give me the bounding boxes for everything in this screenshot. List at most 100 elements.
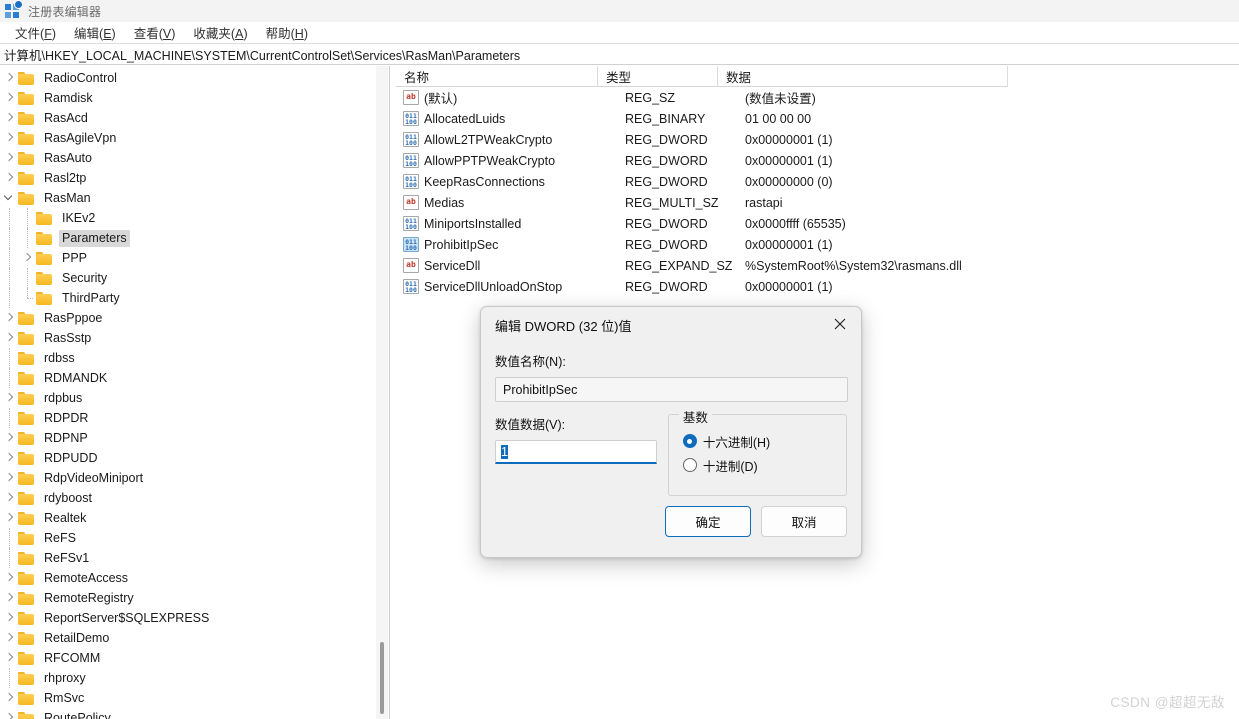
- chevron-right-icon[interactable]: [0, 388, 18, 408]
- close-icon[interactable]: [819, 307, 861, 341]
- menu-help[interactable]: 帮助(H): [257, 21, 317, 44]
- menu-view[interactable]: 查看(V): [125, 21, 185, 44]
- tree-item-raspppoe[interactable]: RasPppoe: [0, 308, 389, 328]
- tree-item-rdpvideominiport[interactable]: RdpVideoMiniport: [0, 468, 389, 488]
- tree-item-rdmandk[interactable]: RDMANDK: [0, 368, 389, 388]
- chevron-right-icon[interactable]: [0, 128, 18, 148]
- chevron-right-icon[interactable]: [0, 688, 18, 708]
- tree-item-parameters[interactable]: Parameters: [0, 228, 389, 248]
- folder-icon: [18, 111, 35, 125]
- chevron-right-icon[interactable]: [0, 708, 18, 719]
- chevron-right-icon[interactable]: [0, 448, 18, 468]
- chevron-right-icon[interactable]: [0, 488, 18, 508]
- table-row[interactable]: 011 100 ProhibitIpSec REG_DWORD 0x00000001 (…: [396, 234, 1239, 255]
- column-header-data[interactable]: 数据: [718, 66, 1008, 87]
- tree-item-refsv1[interactable]: ReFSv1: [0, 548, 389, 568]
- tree-item-ramdisk[interactable]: Ramdisk: [0, 88, 389, 108]
- tree-item-label: rdbss: [44, 350, 75, 365]
- radio-decimal[interactable]: 十进制(D): [682, 453, 846, 477]
- folder-icon: [18, 351, 35, 365]
- radio-hexadecimal[interactable]: 十六进制(H): [682, 429, 846, 453]
- registry-editor-icon: [5, 1, 22, 19]
- tree-item-rdpbus[interactable]: rdpbus: [0, 388, 389, 408]
- address-bar[interactable]: 计算机\HKEY_LOCAL_MACHINE\SYSTEM\CurrentCon…: [0, 44, 1239, 65]
- chevron-right-icon[interactable]: [0, 628, 18, 648]
- chevron-right-icon[interactable]: [0, 468, 18, 488]
- value-name-input[interactable]: [495, 377, 848, 402]
- chevron-right-icon[interactable]: [0, 148, 18, 168]
- column-header-type[interactable]: 类型: [598, 66, 718, 87]
- chevron-right-icon[interactable]: [0, 588, 18, 608]
- tree-item-reportserver-sqlexpress[interactable]: ReportServer$SQLEXPRESS: [0, 608, 389, 628]
- tree-item-security[interactable]: Security: [0, 268, 389, 288]
- chevron-right-icon[interactable]: [0, 608, 18, 628]
- chevron-down-icon[interactable]: [0, 188, 18, 208]
- tree-item-realtek[interactable]: Realtek: [0, 508, 389, 528]
- tree-item-thirdparty[interactable]: ThirdParty: [0, 288, 389, 308]
- chevron-right-icon[interactable]: [0, 68, 18, 88]
- table-row[interactable]: 011 100 MiniportsInstalled REG_DWORD 0x0000f…: [396, 213, 1239, 234]
- ok-button[interactable]: 确定: [665, 506, 751, 537]
- chevron-right-icon[interactable]: [0, 168, 18, 188]
- tree-item-retaildemo[interactable]: RetailDemo: [0, 628, 389, 648]
- table-row[interactable]: ab (默认) REG_SZ (数值未设置): [396, 87, 1239, 108]
- table-row[interactable]: 011 100 AllowPPTPWeakCrypto REG_DWORD 0x0000…: [396, 150, 1239, 171]
- value-type-cell: REG_MULTI_SZ: [625, 195, 719, 210]
- value-data-input[interactable]: [495, 440, 657, 464]
- chevron-right-icon[interactable]: [0, 648, 18, 668]
- tree-item-rfcomm[interactable]: RFCOMM: [0, 648, 389, 668]
- column-header-name[interactable]: 名称: [396, 66, 598, 87]
- chevron-right-icon[interactable]: [0, 308, 18, 328]
- tree-item-remoteregistry[interactable]: RemoteRegistry: [0, 588, 389, 608]
- cancel-button[interactable]: 取消: [761, 506, 847, 537]
- tree-item-rdpudd[interactable]: RDPUDD: [0, 448, 389, 468]
- menu-view-label: 查看: [133, 27, 159, 41]
- table-row[interactable]: 011 100 KeepRasConnections REG_DWORD 0x00000…: [396, 171, 1239, 192]
- chevron-right-icon[interactable]: [18, 248, 36, 268]
- tree-guide: [18, 208, 36, 228]
- tree-item-rasagilevpn[interactable]: RasAgileVpn: [0, 128, 389, 148]
- chevron-right-icon[interactable]: [0, 428, 18, 448]
- folder-icon: [18, 391, 35, 405]
- tree-item-rmsvc[interactable]: RmSvc: [0, 688, 389, 708]
- tree-item-rasman[interactable]: RasMan: [0, 188, 389, 208]
- table-row[interactable]: 011 100 AllocatedLuids REG_BINARY 01 00 00 0…: [396, 108, 1239, 129]
- tree-scrollbar-thumb[interactable]: [380, 642, 384, 714]
- tree-item-rdyboost[interactable]: rdyboost: [0, 488, 389, 508]
- chevron-right-icon[interactable]: [0, 328, 18, 348]
- tree-item-remoteaccess[interactable]: RemoteAccess: [0, 568, 389, 588]
- tree-item-ppp[interactable]: PPP: [0, 248, 389, 268]
- tree-item-rhproxy[interactable]: rhproxy: [0, 668, 389, 688]
- tree-guide: [18, 268, 36, 288]
- folder-icon: [18, 311, 35, 325]
- tree-scrollbar[interactable]: [376, 66, 388, 719]
- menu-edit[interactable]: 编辑(E): [65, 21, 125, 44]
- tree-item-radiocontrol[interactable]: RadioControl: [0, 68, 389, 88]
- folder-icon: [18, 531, 35, 545]
- menu-favorites[interactable]: 收藏夹(A): [184, 21, 256, 44]
- tree-item-label: ReportServer$SQLEXPRESS: [44, 610, 210, 625]
- tree-item-ikev2[interactable]: IKEv2: [0, 208, 389, 228]
- tree-item-rdpnp[interactable]: RDPNP: [0, 428, 389, 448]
- value-data-cell: 0x0000ffff (65535): [745, 216, 846, 231]
- chevron-right-icon[interactable]: [0, 108, 18, 128]
- tree-item-rassstp[interactable]: RasSstp: [0, 328, 389, 348]
- value-type-cell: REG_DWORD: [625, 174, 708, 189]
- tree-item-rdpdr[interactable]: RDPDR: [0, 408, 389, 428]
- table-row[interactable]: 011 100 ServiceDllUnloadOnStop REG_DWORD 0x0…: [396, 276, 1239, 297]
- tree-item-label: RDPUDD: [44, 450, 98, 465]
- table-row[interactable]: ab Medias REG_MULTI_SZ rastapi: [396, 192, 1239, 213]
- tree-item-rasacd[interactable]: RasAcd: [0, 108, 389, 128]
- table-row[interactable]: 011 100 AllowL2TPWeakCrypto REG_DWORD 0x0000…: [396, 129, 1239, 150]
- chevron-right-icon[interactable]: [0, 508, 18, 528]
- tree-item-rasauto[interactable]: RasAuto: [0, 148, 389, 168]
- tree-item-rasl2tp[interactable]: Rasl2tp: [0, 168, 389, 188]
- menu-file[interactable]: 文件(F): [6, 21, 65, 44]
- chevron-right-icon[interactable]: [0, 88, 18, 108]
- chevron-right-icon[interactable]: [0, 568, 18, 588]
- tree-item-routepolicy[interactable]: RoutePolicy: [0, 708, 389, 719]
- table-row[interactable]: ab ServiceDll REG_EXPAND_SZ %SystemRoot%\Sy…: [396, 255, 1239, 276]
- tree-item-refs[interactable]: ReFS: [0, 528, 389, 548]
- string-value-icon: ab: [403, 90, 419, 105]
- tree-item-rdbss[interactable]: rdbss: [0, 348, 389, 368]
